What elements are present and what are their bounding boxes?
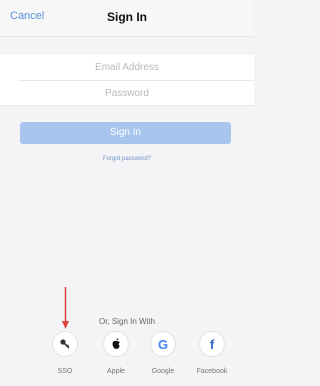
sign-in-button[interactable]: Sign In (20, 122, 231, 144)
sso-button[interactable] (53, 332, 77, 356)
forgot-password-link[interactable]: Forgot password? (0, 156, 254, 162)
facebook-button[interactable]: f (200, 332, 224, 356)
email-field[interactable] (0, 55, 254, 80)
social-heading: Or, Sign In With (98, 317, 156, 326)
apple-label: Apple (107, 368, 125, 375)
credentials-form (0, 53, 254, 106)
page-title: Sign In (107, 10, 147, 24)
navigation-bar: Cancel Sign In (0, 0, 254, 37)
google-icon: G (157, 336, 169, 352)
apple-button[interactable] (104, 332, 128, 356)
facebook-icon: f (209, 336, 215, 352)
apple-icon (112, 338, 120, 349)
facebook-label: Facebook (196, 368, 228, 375)
google-button[interactable]: G (151, 332, 175, 356)
password-field[interactable] (0, 81, 254, 106)
key-icon (60, 339, 70, 349)
google-label: Google (151, 368, 175, 375)
sso-label: SSO (57, 368, 73, 375)
